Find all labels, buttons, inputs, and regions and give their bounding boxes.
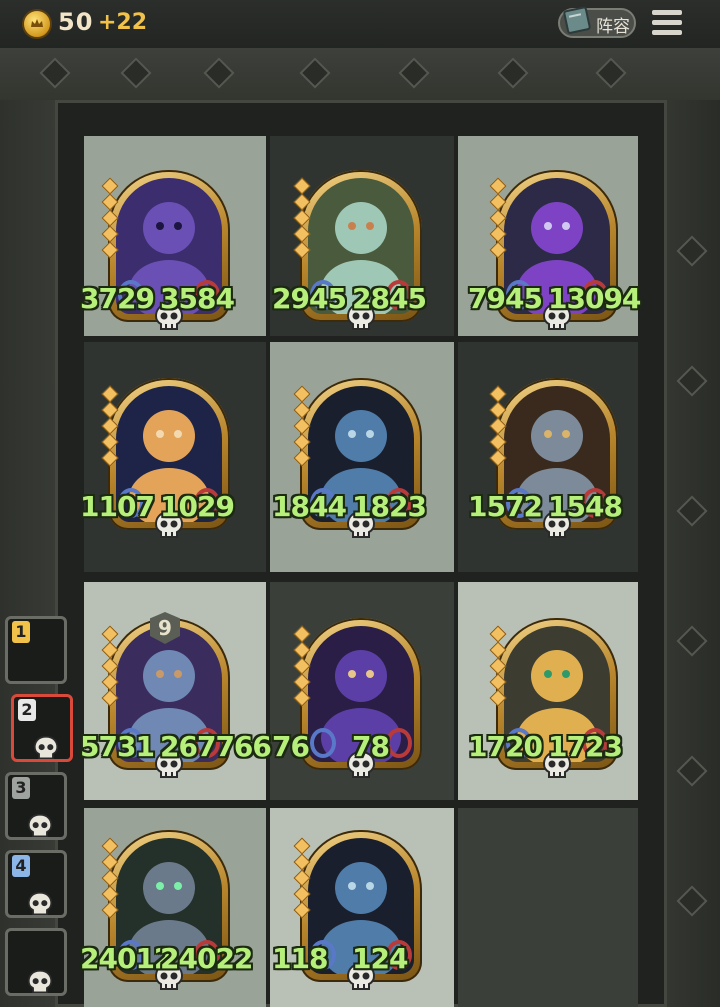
coin-bonus: +22 (98, 10, 148, 35)
hero-rank-pips (293, 177, 311, 260)
hero-stat-right: 3584 (160, 282, 235, 315)
skull-icon (27, 969, 53, 993)
hero-rank-pips (489, 177, 507, 260)
hero-stat-left: 76 (272, 730, 310, 763)
queue-number: 2 (18, 699, 36, 721)
hero-rank-pips (101, 625, 119, 708)
hero-rank-pips (489, 385, 507, 468)
queue-number: 4 (12, 855, 30, 877)
queue-slot-2[interactable]: 2 (11, 694, 73, 762)
hero-rank-pips (293, 837, 311, 920)
hero-stat-right: 78 (352, 730, 390, 763)
hero-stat-left: 24012 (80, 942, 173, 975)
menu-icon (652, 10, 682, 15)
hero-stat-right: 1029 (160, 490, 235, 523)
lineup-label: 阵容 (596, 17, 630, 37)
queue-slot-4[interactable]: 4 (5, 850, 67, 918)
top-bar: 50 +22 阵容 (0, 0, 720, 48)
hero-rank-pips (293, 625, 311, 708)
hero-stat-right: 1548 (548, 490, 623, 523)
queue-slot-1[interactable]: 1 (5, 616, 67, 684)
hero-stat-right: 1823 (352, 490, 427, 523)
hero-stat-left: 1107 (80, 490, 155, 523)
book-icon (563, 6, 591, 34)
hero-stat-left: 1844 (272, 490, 347, 523)
hero-stat-left: 2945 (272, 282, 347, 315)
right-rail (667, 100, 720, 1007)
queue-number: 3 (12, 777, 30, 799)
frame-top (0, 48, 720, 100)
queue-slot-3[interactable]: 3 (5, 772, 67, 840)
hero-stat-right: 13094 (548, 282, 641, 315)
hero-stat-left: 7945 (468, 282, 543, 315)
hero-stat-right: 124 (352, 942, 408, 975)
queue-slot-5[interactable] (5, 928, 67, 996)
board-tile-empty[interactable] (458, 808, 638, 1007)
skull-icon (27, 813, 53, 837)
hero-stat-left: 118 (272, 942, 328, 975)
hero-stat-right: 1723 (548, 730, 623, 763)
hero-stat-left: 3729 (80, 282, 155, 315)
queue-number: 1 (12, 621, 30, 643)
hero-stat-left: 5731 (80, 730, 155, 763)
hero-ring-right (386, 728, 412, 758)
coin-icon (22, 9, 52, 39)
skull-icon (27, 891, 53, 915)
hero-rank-pips (489, 625, 507, 708)
hero-ring-left (310, 728, 336, 758)
hero-stat-right: 24022 (160, 942, 253, 975)
hero-rank-pips (101, 385, 119, 468)
hero-rank-pips (101, 177, 119, 260)
hero-rank-pips (293, 385, 311, 468)
menu-button[interactable] (650, 8, 684, 38)
hero-stat-right: 267766 (160, 730, 272, 763)
hero-stat-right: 2845 (352, 282, 427, 315)
hero-stat-left: 1720 (468, 730, 543, 763)
skull-icon (33, 735, 59, 759)
coin-count: 50 (58, 8, 94, 36)
hero-stat-left: 1572 (468, 490, 543, 523)
hero-rank-pips (101, 837, 119, 920)
unit-queue: 1 2 3 4 (0, 612, 78, 1007)
